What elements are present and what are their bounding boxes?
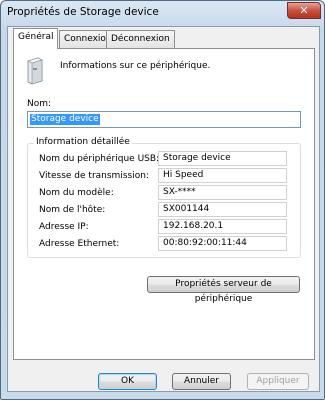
- apply-button[interactable]: Appliquer: [247, 373, 309, 390]
- ip-address-value[interactable]: 192.168.20.1: [158, 219, 287, 234]
- tab-deconnexion-label: Déconnexion: [111, 34, 170, 44]
- detailed-info-title: Information détaillée: [34, 137, 132, 147]
- model-name-label: Nom du modèle:: [39, 188, 114, 198]
- tab-connexion-label: Connexion: [64, 34, 112, 44]
- apply-label: Appliquer: [256, 376, 300, 386]
- transmission-speed-label: Vitesse de transmission:: [39, 171, 149, 181]
- close-icon: ✕: [299, 4, 309, 17]
- usb-device-name-label: Nom du périphérique USB:: [39, 154, 160, 164]
- name-input-value: Storage device: [30, 114, 100, 125]
- cancel-button[interactable]: Annuler: [172, 373, 231, 390]
- properties-dialog: Propriétés de Storage device ✕ Général C…: [0, 0, 325, 400]
- tab-general-label: Général: [18, 32, 54, 42]
- device-server-properties-button[interactable]: Propriétés serveur de périphérique: [147, 276, 300, 304]
- ip-address-label: Adresse IP:: [39, 222, 89, 232]
- info-text: Informations sur ce périphérique.: [60, 61, 211, 71]
- model-name-value[interactable]: SX-****: [158, 185, 287, 200]
- transmission-speed-value[interactable]: Hi Speed: [158, 168, 287, 183]
- host-name-value[interactable]: SX001144: [158, 202, 287, 217]
- tab-general[interactable]: Général: [13, 28, 59, 49]
- storage-device-icon: [24, 57, 44, 88]
- window-title: Propriétés de Storage device: [7, 6, 159, 18]
- close-button[interactable]: ✕: [287, 2, 321, 19]
- ethernet-address-label: Adresse Ethernet:: [39, 239, 120, 249]
- cancel-label: Annuler: [183, 376, 219, 386]
- usb-device-name-value[interactable]: Storage device: [158, 151, 287, 166]
- title-bar[interactable]: Propriétés de Storage device ✕: [1, 1, 324, 25]
- ethernet-address-value[interactable]: 00:80:92:00:11:44: [158, 236, 287, 251]
- ok-button[interactable]: OK: [98, 373, 157, 390]
- host-name-label: Nom de l'hôte:: [39, 205, 106, 215]
- name-input[interactable]: Storage device: [27, 111, 301, 128]
- ok-label: OK: [121, 376, 134, 386]
- name-label: Nom:: [27, 99, 52, 109]
- tab-deconnexion[interactable]: Déconnexion: [106, 30, 175, 48]
